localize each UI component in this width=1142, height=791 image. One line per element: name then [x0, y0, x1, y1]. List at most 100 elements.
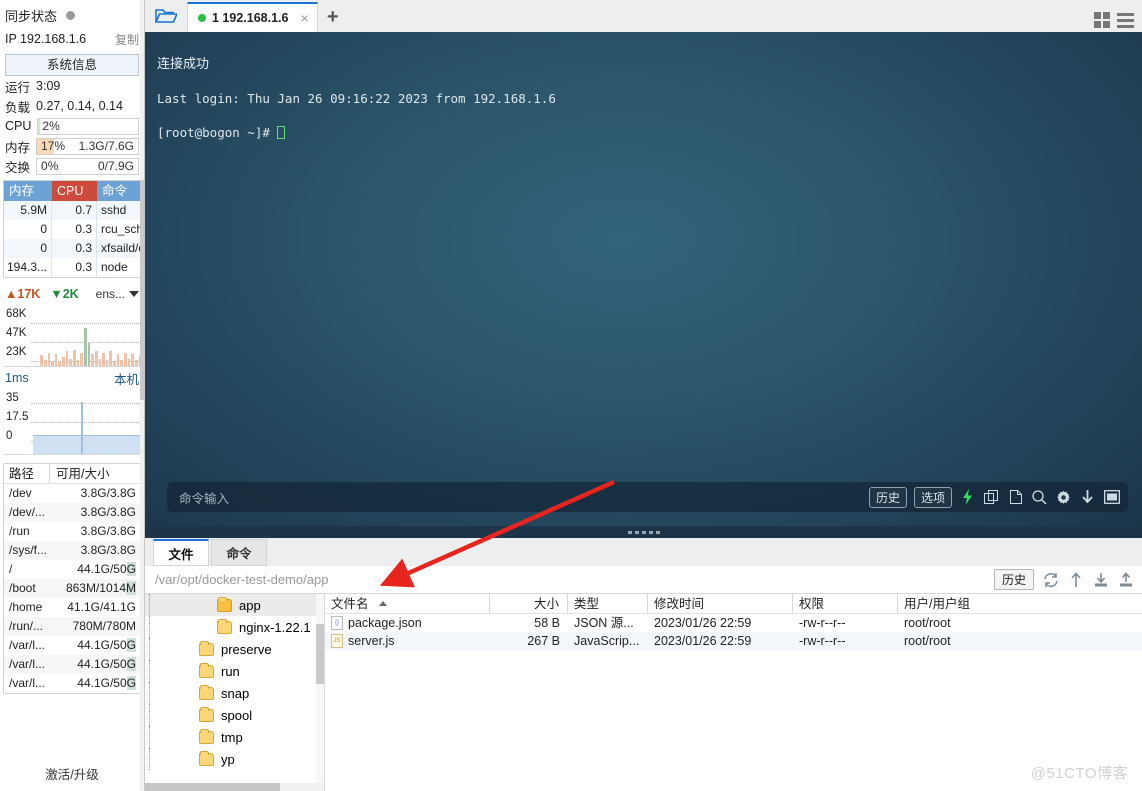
- file-panel: 文件 命令 /var/opt/docker-test-demo/app 历史 a…: [145, 538, 1142, 791]
- directory-tree[interactable]: app nginx-1.22.1 preserve run snap spool tmp yp: [145, 594, 325, 791]
- file-col-5[interactable]: 用户/用户组: [898, 594, 1142, 613]
- terminal-tab-1[interactable]: 1 192.168.1.6 ×: [187, 2, 318, 32]
- command-input-placeholder: 命令输入: [179, 491, 230, 506]
- disk-row[interactable]: /var/l... 44.1G/50G: [4, 655, 140, 674]
- file-owner: root/root: [904, 634, 951, 648]
- parent-dir-icon[interactable]: [1068, 571, 1084, 588]
- disk-row[interactable]: /var/l... 44.1G/50G: [4, 636, 140, 655]
- terminal-screen[interactable]: 连接成功 Last login: Thu Jan 26 09:16:22 202…: [145, 32, 1142, 526]
- process-row[interactable]: 5.9M 0.7 sshd: [4, 201, 140, 220]
- terminal-cursor: [277, 126, 286, 139]
- file-row[interactable]: {} package.json 58 B JSON 源... 2023/01/26 22…: [325, 614, 1142, 632]
- folder-icon: [199, 662, 214, 678]
- file-panel-tabs: 文件 命令: [145, 538, 1142, 566]
- tree-item-app[interactable]: app: [145, 594, 324, 616]
- tree-horizontal-scrollbar[interactable]: [145, 783, 324, 791]
- network-download-value: ▼2K: [50, 287, 79, 301]
- disk-row[interactable]: /run/... 780M/780M: [4, 617, 140, 636]
- file-path-input[interactable]: /var/opt/docker-test-demo/app: [155, 572, 328, 587]
- file-panel-tab-0[interactable]: 文件: [153, 539, 209, 566]
- file-history-button[interactable]: 历史: [993, 569, 1034, 590]
- search-icon[interactable]: [1031, 489, 1048, 506]
- terminal-history-button[interactable]: 历史: [868, 486, 907, 508]
- process-col-mem[interactable]: 内存: [4, 181, 52, 201]
- latency-target-label[interactable]: 本机: [114, 369, 139, 388]
- disk-row[interactable]: / 44.1G/50G: [4, 560, 140, 579]
- disk-row[interactable]: /home 41.1G/41.1G: [4, 598, 140, 617]
- copy-icon[interactable]: [983, 489, 1000, 506]
- file-col-3[interactable]: 修改时间: [648, 594, 793, 613]
- tree-item-snap[interactable]: snap: [145, 682, 324, 704]
- paste-icon[interactable]: [1007, 489, 1024, 506]
- terminal-line-connected: 连接成功: [157, 57, 210, 72]
- disk-path: /boot: [9, 581, 36, 595]
- disk-row[interactable]: /run 3.8G/3.8G: [4, 522, 140, 541]
- disk-row[interactable]: /var/l... 44.1G/50G: [4, 674, 140, 693]
- tree-item-label: snap: [221, 685, 250, 701]
- terminal-options-button[interactable]: 选项: [913, 486, 952, 508]
- process-cpu: 0.3: [52, 239, 97, 258]
- disk-row[interactable]: /dev 3.8G/3.8G: [4, 484, 140, 503]
- disk-row[interactable]: /boot 863M/1014M: [4, 579, 140, 598]
- file-col-1[interactable]: 大小: [490, 594, 568, 613]
- process-row[interactable]: 194.3... 0.3 node: [4, 258, 140, 277]
- disk-row[interactable]: /sys/f... 3.8G/3.8G: [4, 541, 140, 560]
- file-col-2[interactable]: 类型: [568, 594, 648, 613]
- disk-path: /run/...: [9, 619, 44, 633]
- terminal-output: 连接成功 Last login: Thu Jan 26 09:16:22 202…: [157, 38, 1132, 158]
- hamburger-menu-icon[interactable]: [1117, 12, 1134, 28]
- file-size: 58 B: [534, 616, 560, 630]
- window-icon[interactable]: [1103, 489, 1120, 506]
- process-col-cmd[interactable]: 命令: [97, 181, 140, 201]
- process-row[interactable]: 00.3 xfsaild/d: [4, 239, 140, 258]
- download-icon[interactable]: [1079, 489, 1096, 506]
- copy-ip-button[interactable]: 复制: [115, 31, 139, 48]
- network-upload-value: ▲17K: [5, 287, 41, 301]
- lightning-icon[interactable]: [959, 489, 976, 506]
- process-table-header: 内存 CPU 命令: [4, 181, 140, 201]
- file-col-0[interactable]: 文件名: [325, 594, 490, 613]
- folder-open-icon[interactable]: [145, 0, 187, 32]
- tree-item-nginx-1.22.1[interactable]: nginx-1.22.1: [145, 616, 324, 638]
- tree-item-run[interactable]: run: [145, 660, 324, 682]
- folder-icon: [199, 640, 214, 656]
- process-table: 内存 CPU 命令 5.9M0.7 sshd 00.3 rcu_sche 00.3 xfs…: [3, 180, 141, 278]
- file-name: server.js: [348, 634, 395, 648]
- file-panel-tab-1[interactable]: 命令: [211, 539, 267, 566]
- disk-row[interactable]: /dev/... 3.8G/3.8G: [4, 503, 140, 522]
- network-interface-select[interactable]: ens...: [96, 287, 139, 301]
- tree-item-yp[interactable]: yp: [145, 748, 324, 770]
- activate-upgrade-link[interactable]: 激活/升级: [0, 764, 144, 783]
- file-col-4[interactable]: 权限: [793, 594, 898, 613]
- process-col-cpu[interactable]: CPU: [52, 181, 97, 201]
- command-input-bar[interactable]: 命令输入 历史 选项: [167, 482, 1128, 512]
- upload-icon[interactable]: [1118, 571, 1134, 588]
- cpu-label: CPU: [5, 119, 32, 133]
- close-icon[interactable]: ×: [300, 10, 308, 26]
- file-row[interactable]: JS server.js 267 B JavaScrip... 2023/01/26 2…: [325, 632, 1142, 650]
- refresh-icon[interactable]: [1043, 572, 1059, 588]
- tree-item-preserve[interactable]: preserve: [145, 638, 324, 660]
- download-icon[interactable]: [1093, 572, 1109, 588]
- file-list-header: 文件名 大小 类型 修改时间 权限 用户/用户组: [325, 594, 1142, 614]
- process-cmd: rcu_sche: [101, 222, 140, 236]
- panel-splitter[interactable]: [145, 526, 1142, 538]
- file-mtime: 2023/01/26 22:59: [654, 616, 752, 630]
- disk-size: 41.1G/41.1G: [67, 600, 136, 614]
- new-tab-button[interactable]: +: [318, 2, 348, 32]
- folder-icon: [199, 750, 214, 766]
- sidebar-scrollbar[interactable]: [140, 0, 144, 791]
- grid-view-icon[interactable]: [1094, 12, 1110, 28]
- gear-icon[interactable]: [1055, 489, 1072, 506]
- process-row[interactable]: 00.3 rcu_sche: [4, 220, 140, 239]
- tree-item-tmp[interactable]: tmp: [145, 726, 324, 748]
- swap-row: 交换 0% 0/7.9G: [0, 156, 144, 176]
- tree-vertical-scrollbar[interactable]: [316, 594, 324, 783]
- system-info-button[interactable]: 系统信息: [5, 54, 139, 76]
- monitor-sidebar: 同步状态 IP 192.168.1.6 复制 系统信息 运行 3:09 负载 0…: [0, 0, 145, 791]
- tree-item-spool[interactable]: spool: [145, 704, 324, 726]
- memory-label: 内存: [5, 140, 31, 155]
- process-mem: 5.9M: [4, 201, 52, 220]
- latency-y-label-2: 0: [6, 430, 13, 442]
- folder-icon: [199, 684, 214, 700]
